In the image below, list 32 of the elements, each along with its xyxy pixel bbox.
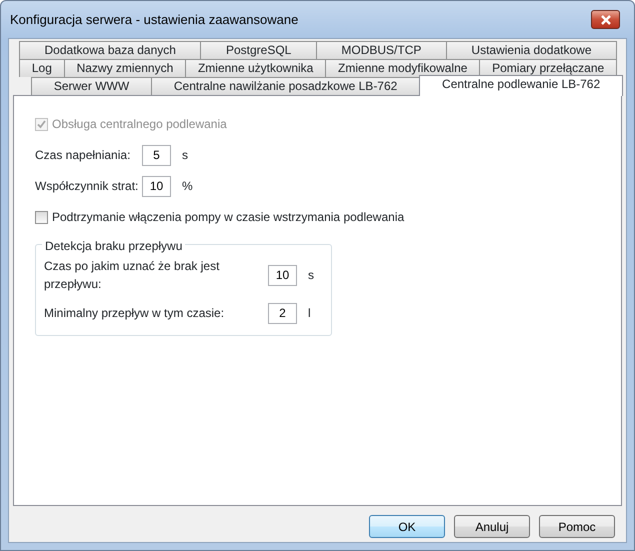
unit-label: l [308, 305, 311, 322]
number-field[interactable]: 10 [268, 264, 297, 286]
close-button[interactable] [591, 10, 620, 29]
tab[interactable]: Log [19, 59, 65, 77]
tab[interactable]: Centralne podlewanie LB-762 [419, 75, 623, 96]
number-field[interactable]: 2 [268, 302, 297, 324]
dialog-button[interactable]: Anuluj [454, 515, 530, 538]
number-field[interactable]: 10 [142, 176, 171, 196]
tab[interactable]: Serwer WWW [31, 77, 152, 95]
field-label: Minimalny przepływ w tym czasie: [44, 305, 226, 322]
close-icon [600, 14, 612, 24]
field-label: Czas napełniania: [35, 147, 132, 164]
checkbox-label: Obsługa centralnego podlewania [52, 116, 227, 133]
tab[interactable]: PostgreSQL [200, 41, 317, 59]
tab[interactable]: Zmienne użytkownika [185, 59, 326, 77]
unit-label: % [182, 178, 193, 195]
checkbox-label: Podtrzymanie włączenia pompy w czasie wstrzymania podlewania [52, 209, 404, 226]
window-title: Konfiguracja serwera - ustawienia zaawansowane [10, 10, 300, 29]
tab[interactable]: Ustawienia dodatkowe [446, 41, 618, 59]
tab[interactable]: Nazwy zmiennych [64, 59, 186, 77]
checkbox[interactable] [35, 210, 48, 224]
number-field[interactable]: 5 [142, 144, 171, 166]
field-label: Współczynnik strat: [35, 178, 140, 195]
unit-label: s [182, 147, 188, 164]
dialog-button[interactable]: OK [369, 515, 445, 538]
field-label: Czas po jakim uznać że brak jest przepływu: [44, 258, 220, 293]
dialog-button[interactable]: Pomoc [539, 515, 615, 538]
tab[interactable]: Centralne nawilżanie posadzkowe LB-762 [151, 77, 420, 95]
tab[interactable]: Dodatkowa baza danych [19, 41, 202, 59]
unit-label: s [308, 267, 314, 284]
tab[interactable]: Zmienne modyfikowalne [325, 59, 480, 77]
tab[interactable]: MODBUS/TCP [316, 41, 447, 59]
